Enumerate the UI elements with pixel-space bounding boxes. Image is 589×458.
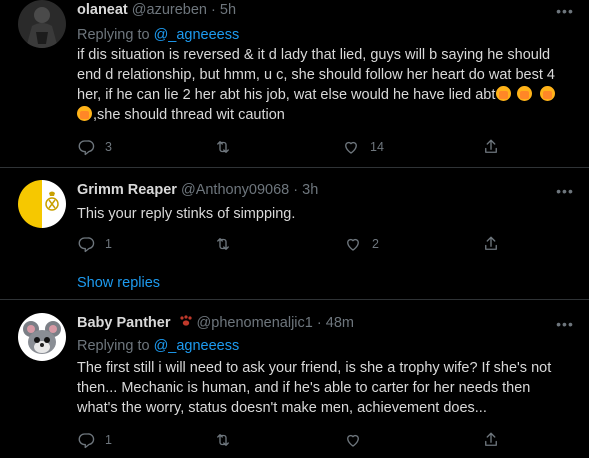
handle[interactable]: @Anthony09068 <box>181 182 289 198</box>
more-icon[interactable]: ••• <box>555 184 575 202</box>
text-line: This your reply stinks of simpping. <box>77 206 296 222</box>
tweet-text: if dis situation is reversed & it d lady… <box>77 45 579 125</box>
reply-button[interactable]: 1 <box>77 430 112 450</box>
replying-to: Replying to @_agneeess <box>77 337 239 356</box>
text-line: then... Mechanic is human, and if he's a… <box>77 380 531 396</box>
paw-icon <box>179 314 193 333</box>
retweet-button[interactable] <box>214 430 242 450</box>
more-icon[interactable]: ••• <box>555 317 575 335</box>
emoji-icon <box>540 86 556 101</box>
timestamp[interactable]: 5h <box>220 2 236 18</box>
reply-icon <box>78 237 95 253</box>
reply-icon <box>78 433 95 449</box>
mention-link[interactable]: @_agneeess <box>154 338 240 354</box>
tweet-grimm-reaper[interactable]: Grimm Reaper @Anthony09068 · 3h ••• This… <box>0 168 589 298</box>
tweet-baby-panther[interactable]: Baby Panther @phenomenaljic1 · 48m ••• R… <box>0 300 589 458</box>
text-line: The first still i will need to ask your … <box>77 360 552 376</box>
tweet-actions: 3 14 <box>77 137 507 157</box>
retweet-button[interactable] <box>214 234 242 254</box>
text-segment: her, if he can lie 2 her abt his job, wa… <box>77 87 496 103</box>
text-segment: ,she should thread wit caution <box>93 107 285 123</box>
more-icon[interactable]: ••• <box>555 4 575 22</box>
tweet-olaneat[interactable]: olaneat @azureben · 5h ••• Replying to @… <box>0 0 589 164</box>
like-button[interactable]: 14 <box>342 137 384 157</box>
separator: · <box>316 315 322 331</box>
replying-prefix: Replying to <box>77 27 154 43</box>
separator: · <box>293 182 299 198</box>
reply-button[interactable]: 3 <box>77 137 112 157</box>
text-line: if dis situation is reversed & it d lady… <box>77 47 551 63</box>
replying-to: Replying to @_agneeess <box>77 26 239 45</box>
like-icon <box>345 141 357 154</box>
timestamp[interactable]: 3h <box>302 182 318 198</box>
reply-button[interactable]: 1 <box>77 234 112 254</box>
display-name[interactable]: Grimm Reaper <box>77 182 177 198</box>
like-button[interactable]: 2 <box>344 234 379 254</box>
share-icon <box>485 432 497 446</box>
reply-count: 3 <box>105 140 112 154</box>
replying-prefix: Replying to <box>77 338 154 354</box>
share-button[interactable] <box>482 234 500 254</box>
retweet-button[interactable] <box>214 137 242 157</box>
avatar[interactable] <box>18 0 66 48</box>
separator: · <box>211 2 216 18</box>
tweet-text: The first still i will need to ask your … <box>77 358 579 418</box>
retweet-icon <box>217 238 229 250</box>
reply-icon <box>78 140 95 156</box>
share-button[interactable] <box>482 137 500 157</box>
display-name[interactable]: Baby Panther <box>77 315 170 331</box>
mention-link[interactable]: @_agneeess <box>154 27 240 43</box>
handle[interactable]: @phenomenaljic1 <box>197 315 313 331</box>
share-icon <box>485 139 497 153</box>
share-button[interactable] <box>482 430 500 450</box>
tweet-actions: 1 2 <box>77 234 507 254</box>
like-icon <box>347 238 359 251</box>
share-icon <box>485 236 497 250</box>
text-line: her, if he can lie 2 her abt his job, wa… <box>77 85 579 105</box>
retweet-icon <box>217 434 229 446</box>
handle[interactable]: @azureben <box>132 2 207 18</box>
like-count: 14 <box>370 140 384 154</box>
tweet-header: olaneat @azureben · 5h <box>77 1 236 20</box>
like-count: 2 <box>372 237 379 251</box>
text-line: ,she should thread wit caution <box>77 105 579 125</box>
text-line: what's the worry, status doesn't make me… <box>77 400 487 416</box>
avatar[interactable] <box>18 313 66 361</box>
emoji-icon <box>496 86 512 101</box>
avatar-image <box>18 313 66 361</box>
emoji-icon <box>517 86 533 101</box>
tweet-actions: 1 <box>77 430 507 450</box>
retweet-icon <box>217 141 229 153</box>
tweet-header: Grimm Reaper @Anthony09068 · 3h <box>77 181 318 200</box>
tweet-header: Baby Panther @phenomenaljic1 · 48m <box>77 314 354 333</box>
text-line: end d relationship, but hmm, u c, she sh… <box>77 67 555 83</box>
emoji-icon <box>77 106 92 121</box>
reply-count: 1 <box>105 433 112 447</box>
like-button[interactable] <box>344 430 372 450</box>
avatar-image <box>18 0 66 48</box>
avatar-image <box>18 180 66 228</box>
tweet-text: This your reply stinks of simpping. <box>77 204 579 224</box>
timestamp[interactable]: 48m <box>326 315 354 331</box>
show-replies-link[interactable]: Show replies <box>77 273 160 293</box>
reply-count: 1 <box>105 237 112 251</box>
display-name[interactable]: olaneat <box>77 2 128 18</box>
like-icon <box>347 434 359 447</box>
avatar[interactable] <box>18 180 66 228</box>
